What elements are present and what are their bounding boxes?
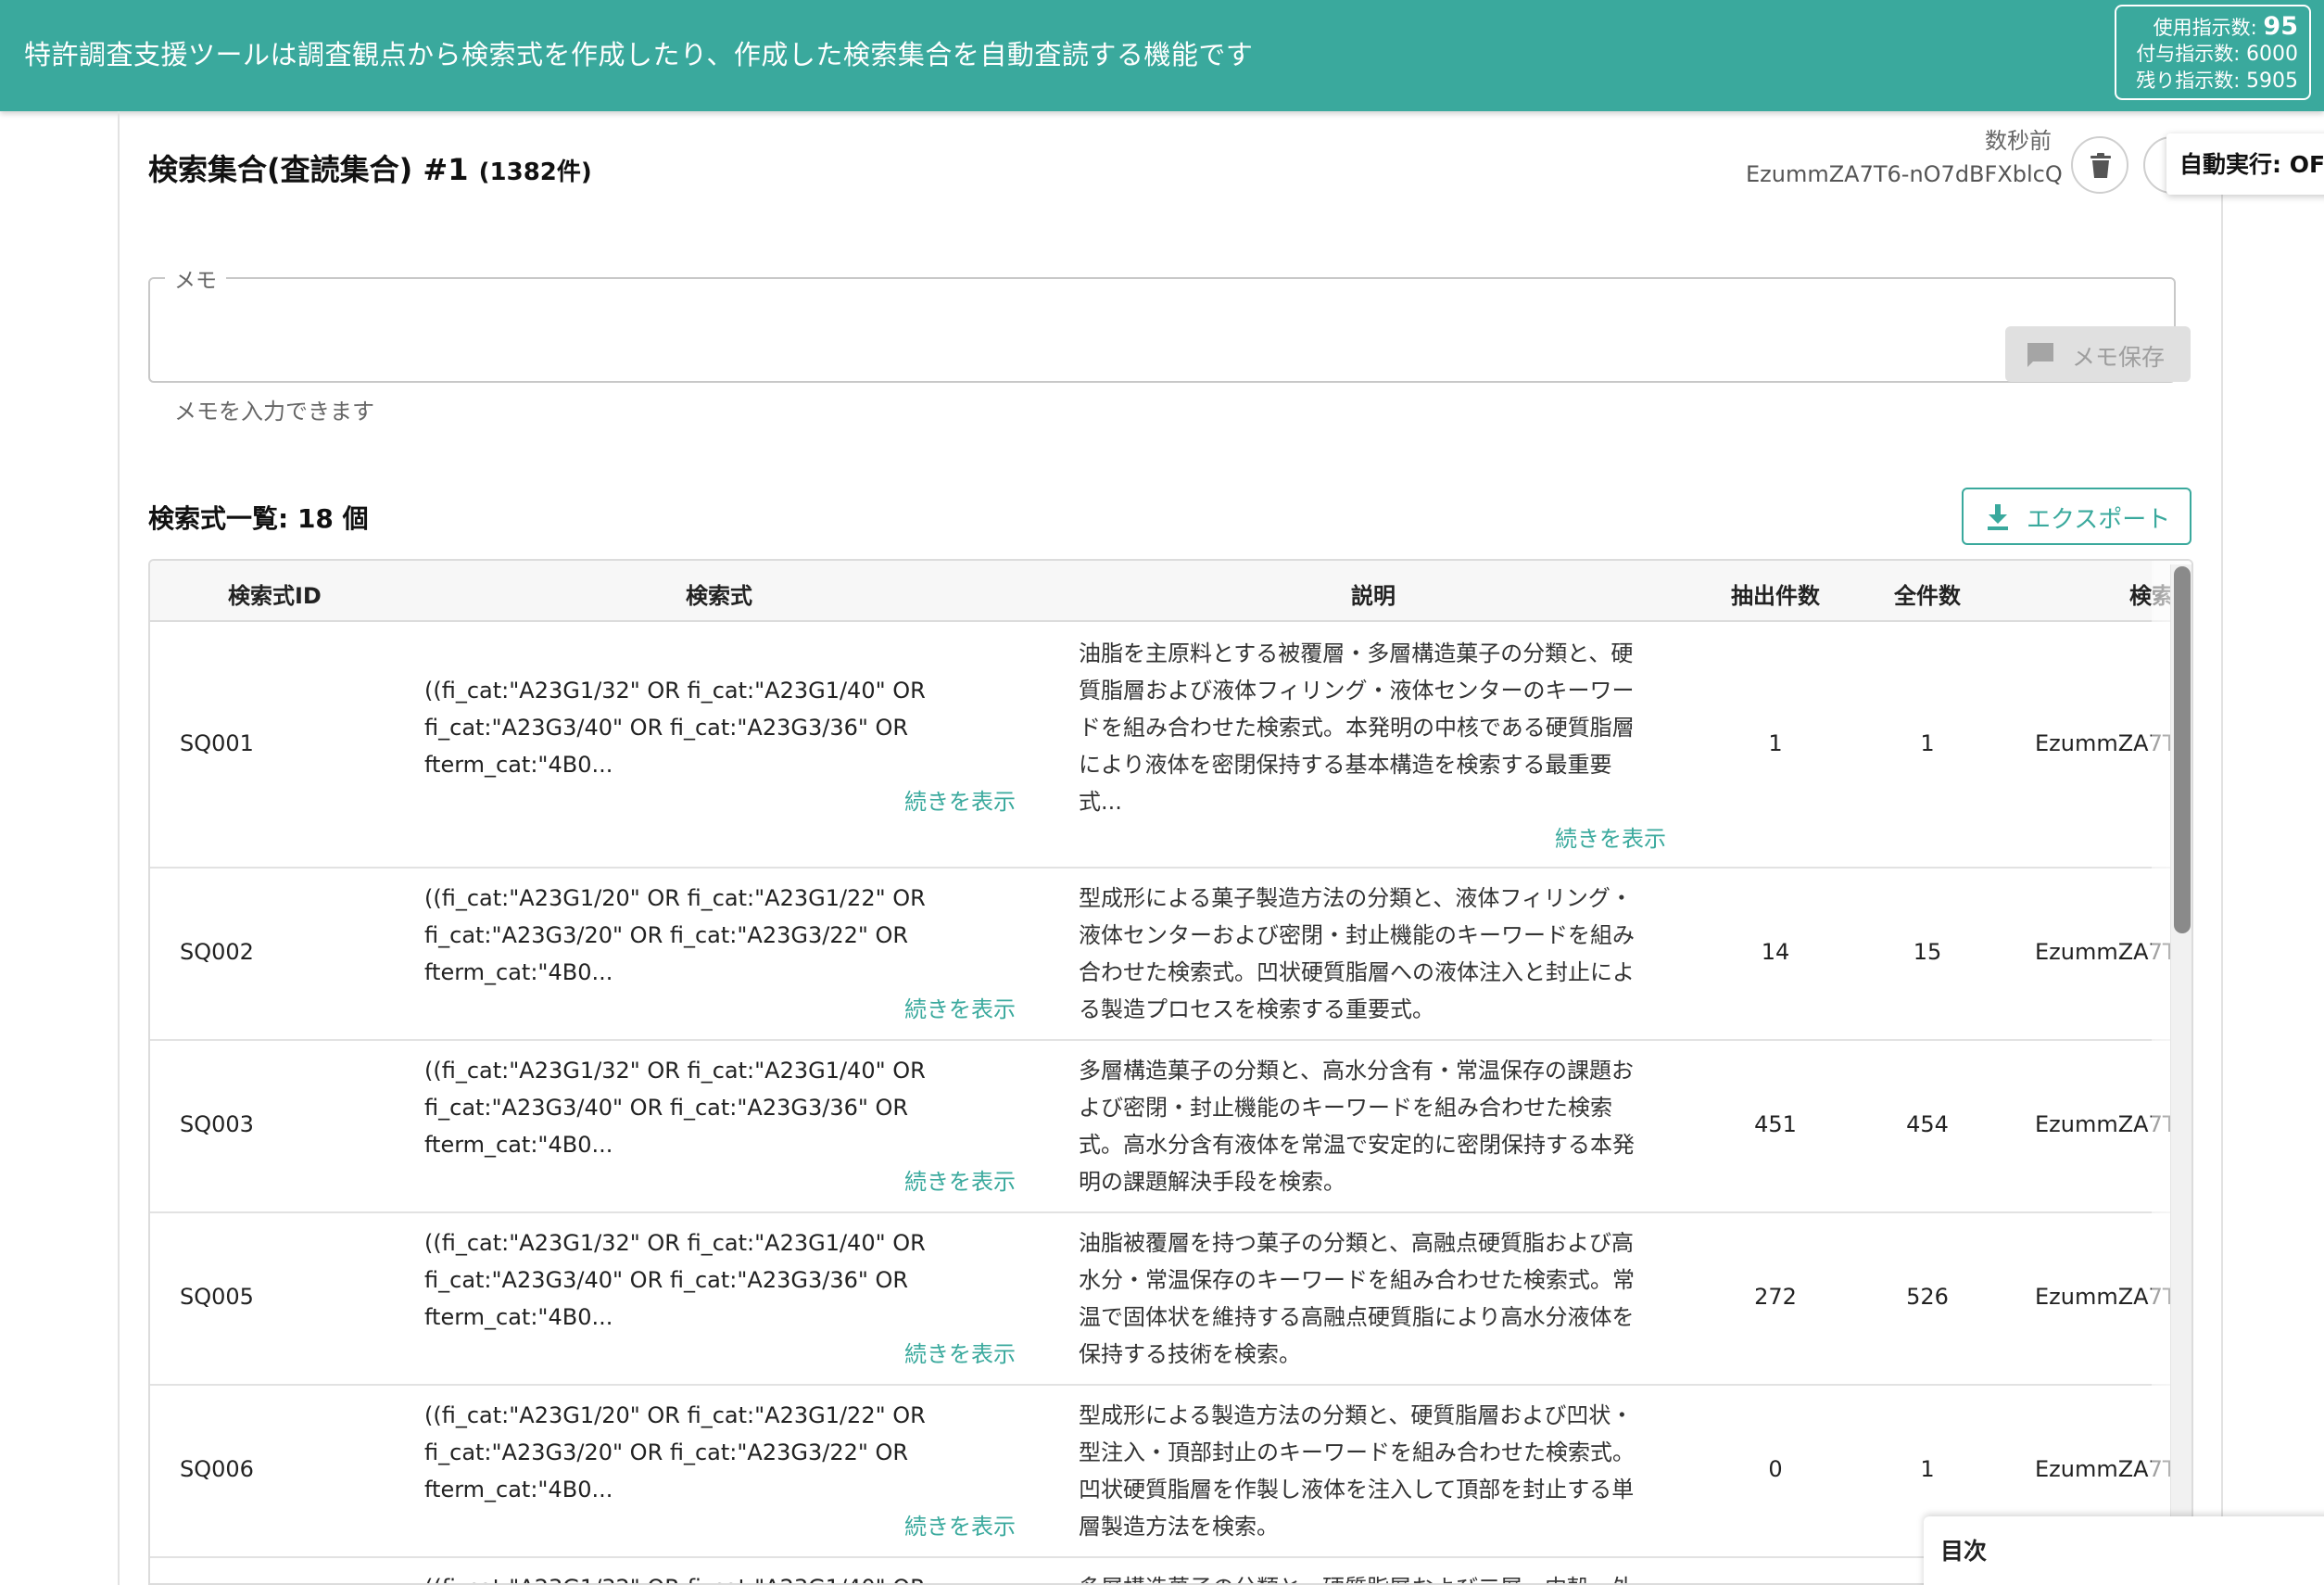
total-count: 454 (1906, 1111, 1949, 1137)
delete-button[interactable] (2071, 136, 2128, 194)
query-description: 多層構造菓子の分類と、高水分含有・常温保存の課題お よび密閉・封止機能のキーワード… (1079, 1058, 1635, 1195)
show-more-description-link[interactable]: 続きを表示 (1555, 820, 1666, 853)
query-description: 油脂を主原料とする被覆層・多層構造菓子の分類と、硬 質脂層および液体フィリング・液… (1079, 640, 1635, 815)
table-row[interactable]: SQ001 ((fi_cat:"A23G1/32" OR fi_cat:"A23… (150, 622, 2191, 869)
table-of-contents[interactable]: 目次 (1924, 1516, 2324, 1585)
query-list-title: 検索式一覧: 18 個 (148, 503, 369, 534)
show-more-query-link[interactable]: 続きを表示 (904, 1336, 1016, 1368)
column-header-id: 検索式ID (228, 583, 322, 609)
trash-icon (2090, 153, 2111, 178)
memo-input[interactable] (148, 277, 2176, 383)
table-scrollbar-thumb[interactable] (2174, 566, 2191, 933)
total-count: 15 (1913, 939, 1942, 965)
query-description: 型成形による製造方法の分類と、硬質脂層および凹状・ 型注入・頂部封止のキーワードを… (1079, 1402, 1635, 1540)
content-border-right (2221, 148, 2223, 1585)
granted-count: 付与指示数: 6000 (2136, 43, 2298, 66)
query-text: ((fi_cat:"A23G1/20" OR fi_cat:"A23G1/22"… (424, 1402, 926, 1503)
updated-time: 数秒前 (1985, 128, 2052, 154)
column-header-extracted: 抽出件数 (1731, 583, 1820, 609)
usage-count: 使用指示数: 95 (2153, 12, 2298, 41)
table-row[interactable]: ((fi_cat:"A23G1/32" OR fi_cat:"A23G1/40"… (150, 1558, 2191, 1583)
query-text: ((fi_cat:"A23G1/32" OR fi_cat:"A23G1/40"… (424, 678, 926, 778)
download-icon (1988, 504, 2008, 530)
table-row[interactable]: SQ005 ((fi_cat:"A23G1/32" OR fi_cat:"A23… (150, 1213, 2191, 1386)
total-count: 1 (1920, 1456, 1935, 1482)
table-row[interactable]: SQ006 ((fi_cat:"A23G1/20" OR fi_cat:"A23… (150, 1386, 2191, 1558)
banner-description: 特許調査支援ツールは調査観点から検索式を作成したり、作成した検索集合を自動査読す… (24, 39, 1254, 70)
auto-run-status[interactable]: 自動実行: OFF (2166, 133, 2324, 195)
query-text: ((fi_cat:"A23G1/32" OR fi_cat:"A23G1/40"… (424, 1230, 926, 1330)
table-row[interactable]: SQ003 ((fi_cat:"A23G1/32" OR fi_cat:"A23… (150, 1041, 2191, 1213)
show-more-query-link[interactable]: 続きを表示 (904, 991, 1016, 1023)
extracted-count: 272 (1754, 1284, 1797, 1310)
top-banner: 特許調査支援ツールは調査観点から検索式を作成したり、作成した検索集合を自動査読す… (0, 0, 2324, 111)
column-header-total: 全件数 (1894, 583, 1961, 609)
show-more-query-link[interactable]: 続きを表示 (904, 783, 1016, 816)
show-more-query-link[interactable]: 続きを表示 (904, 1508, 1016, 1541)
memo-save-button[interactable]: メモ保存 (2005, 326, 2191, 382)
query-id: SQ001 (180, 730, 254, 756)
comment-icon (2027, 343, 2053, 367)
total-count: 1 (1920, 730, 1935, 756)
remaining-count: 残り指示数: 5905 (2136, 70, 2298, 93)
query-text: ((fi_cat:"A23G1/32" OR fi_cat:"A23G1/40"… (424, 1569, 943, 1583)
query-id: SQ002 (180, 939, 254, 965)
query-table: 検索式ID 検索式 説明 抽出件数 全件数 検索式 SQ001 ((fi_cat… (148, 559, 2193, 1585)
query-id: SQ005 (180, 1284, 254, 1310)
search-set-id: EzummZA7T6-nO7dBFXblcQ (1746, 161, 2063, 187)
query-id: SQ006 (180, 1456, 254, 1482)
query-description: 油脂被覆層を持つ菓子の分類と、高融点硬質脂および高 水分・常温保存のキーワードを組… (1079, 1230, 1635, 1367)
column-header-query: 検索式 (686, 583, 752, 609)
show-more-query-link[interactable]: 続きを表示 (904, 1163, 1016, 1196)
extracted-count: 14 (1761, 939, 1790, 965)
memo-label: メモ (165, 262, 226, 294)
memo-helper-text: メモを入力できます (174, 399, 374, 425)
column-header-description: 説明 (1351, 583, 1396, 609)
query-text: ((fi_cat:"A23G1/20" OR fi_cat:"A23G1/22"… (424, 885, 926, 985)
total-count: 526 (1906, 1284, 1949, 1310)
result-count: (1382件) (478, 158, 592, 186)
query-description: 型成形による菓子製造方法の分類と、液体フィリング・ 液体センターおよび密閉・封止機… (1079, 885, 1635, 1022)
export-button[interactable]: エクスポート (1962, 488, 2191, 545)
extracted-count: 1 (1768, 730, 1783, 756)
table-row[interactable]: SQ002 ((fi_cat:"A23G1/20" OR fi_cat:"A23… (150, 869, 2191, 1041)
query-text: ((fi_cat:"A23G1/32" OR fi_cat:"A23G1/40"… (424, 1058, 926, 1158)
query-description: 多層構造菓子の分類と、硬質脂層および二層・内殻・外 (1079, 1569, 1662, 1583)
usage-counter: 使用指示数: 95 付与指示数: 6000 残り指示数: 5905 (2115, 5, 2311, 100)
extracted-count: 0 (1768, 1456, 1783, 1482)
content-border-left (118, 111, 120, 1585)
query-id: SQ003 (180, 1111, 254, 1137)
page-title: 検索集合(査読集合) #1 (1382件) (148, 152, 592, 187)
table-header: 検索式ID 検索式 説明 抽出件数 全件数 検索式 (150, 561, 2191, 622)
extracted-count: 451 (1754, 1111, 1797, 1137)
